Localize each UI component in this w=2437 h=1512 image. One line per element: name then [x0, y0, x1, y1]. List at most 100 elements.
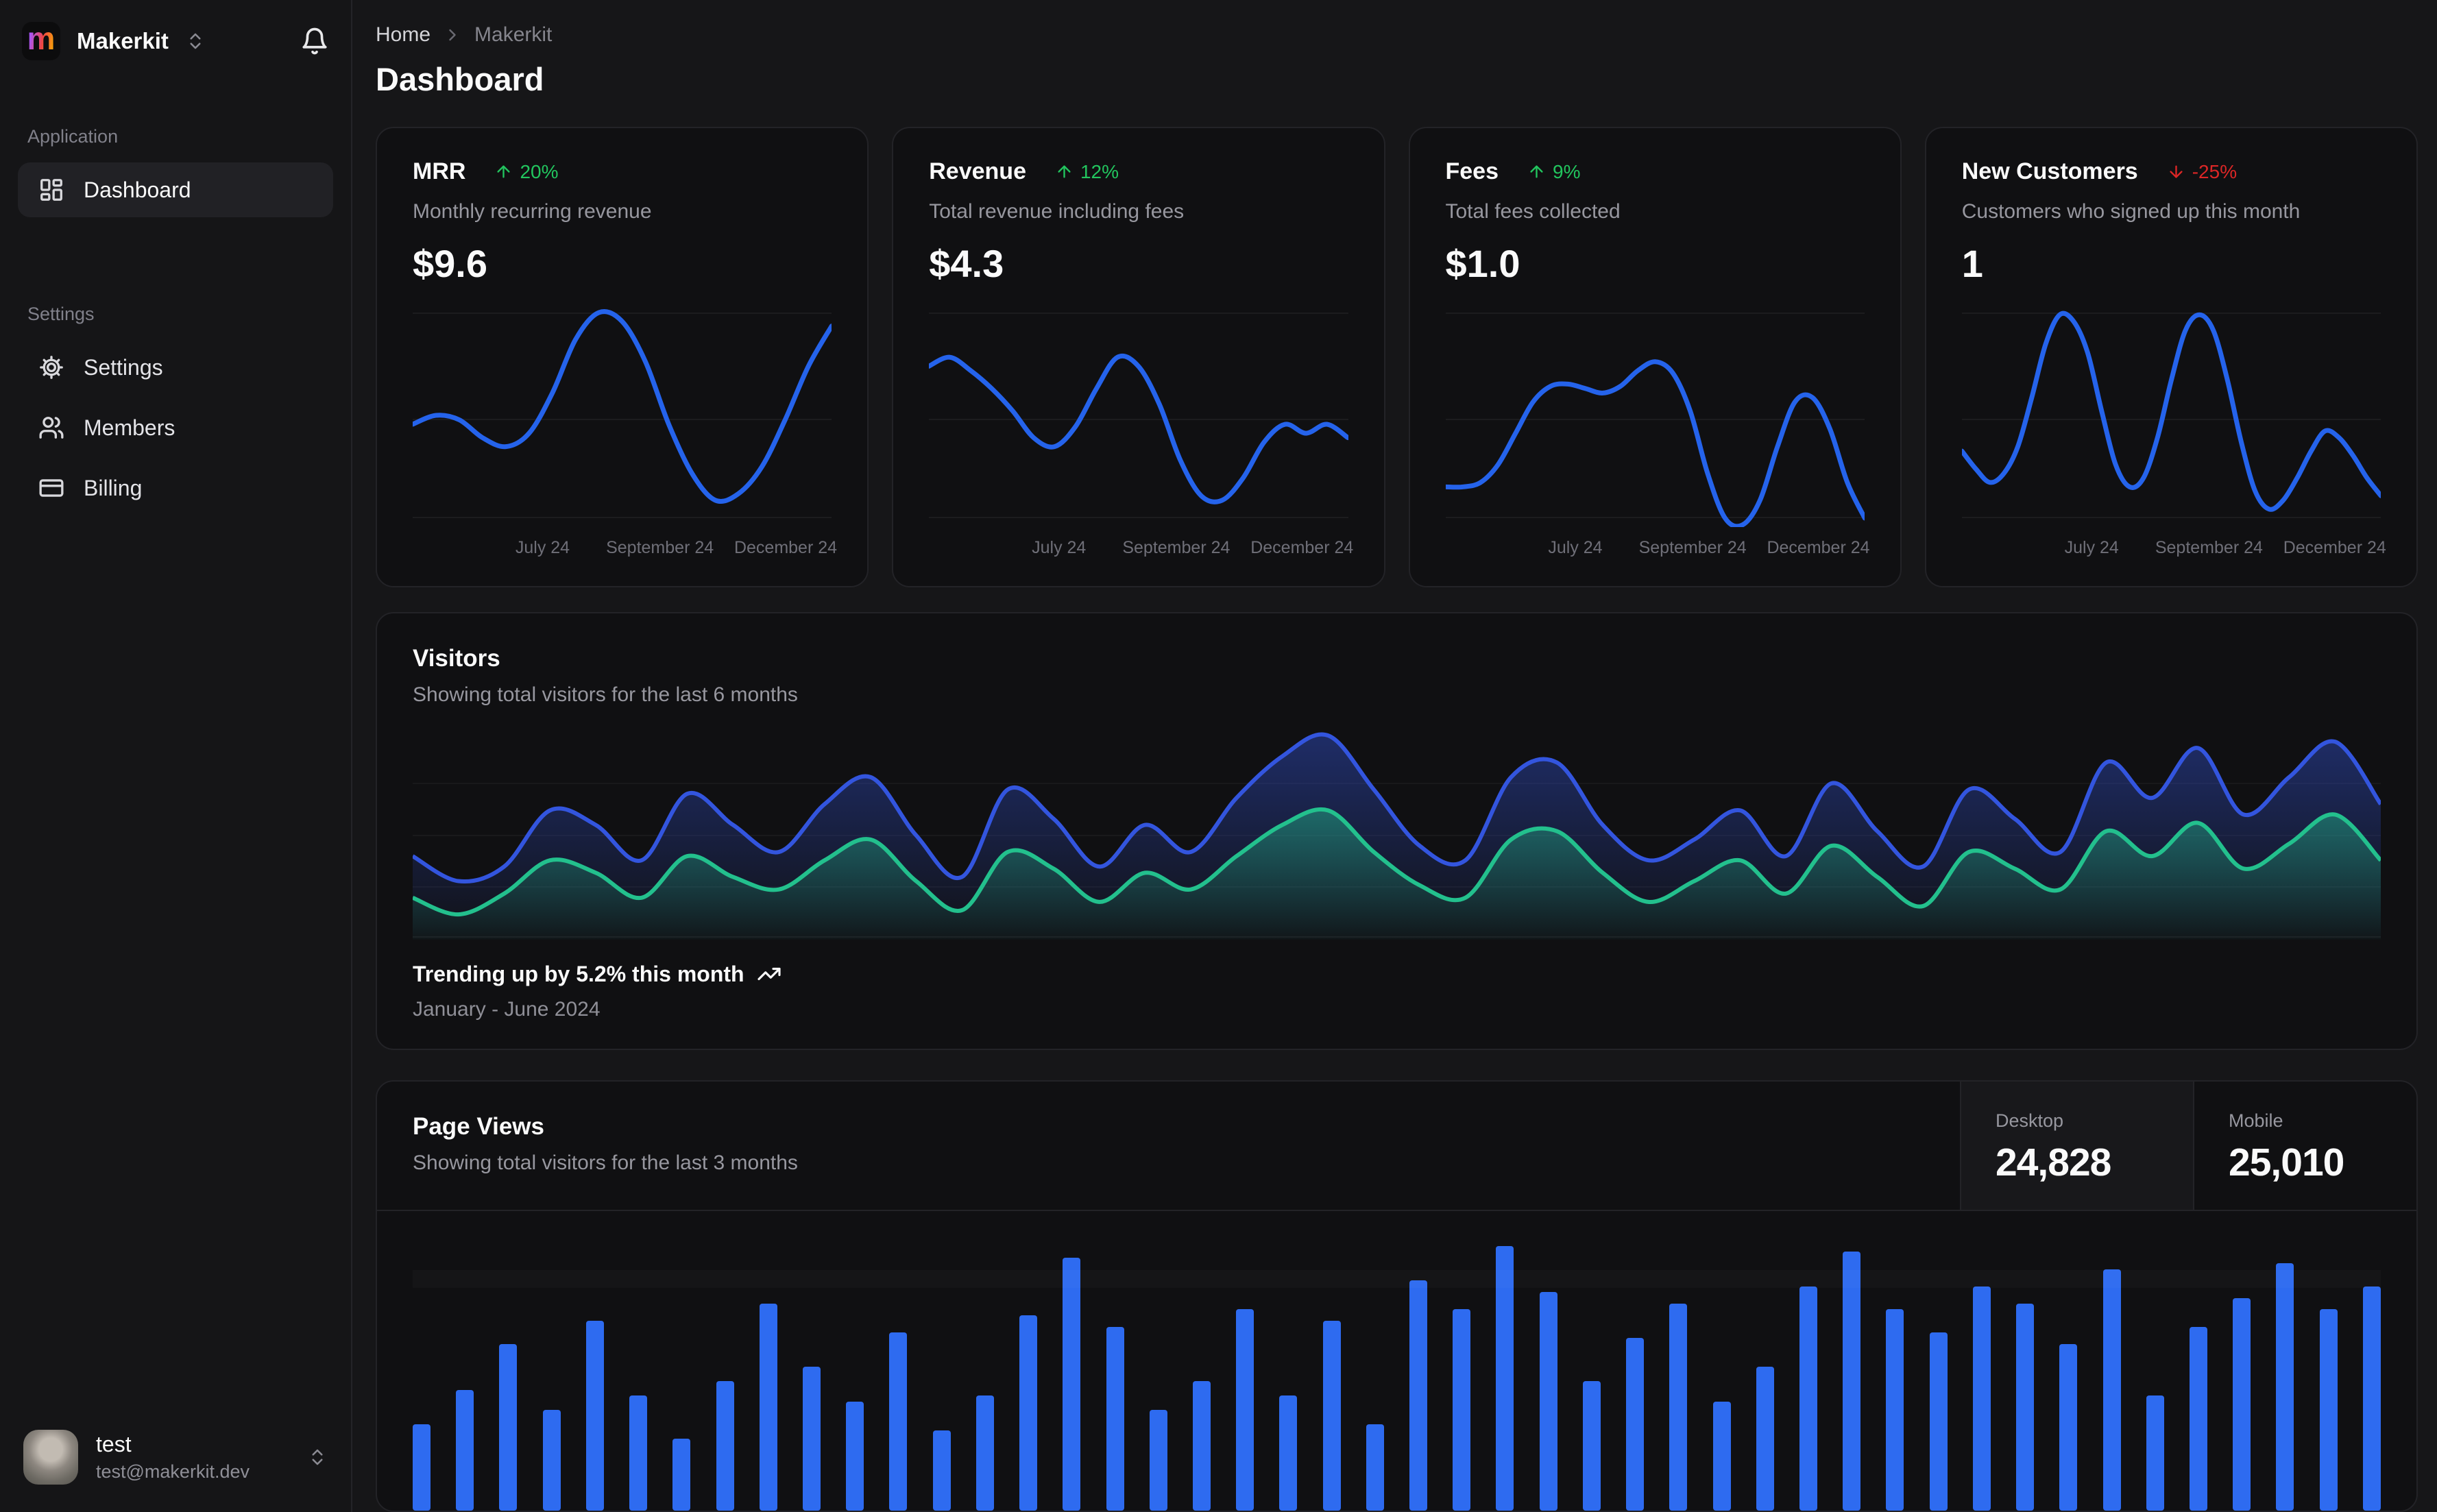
arrow-up-icon: [1058, 165, 1071, 178]
x-tick: December 24: [2283, 538, 2386, 557]
page-views-bar: [1366, 1424, 1384, 1511]
user-meta: test test@makerkit.dev: [96, 1432, 250, 1483]
sidebar-item-billing[interactable]: Billing: [18, 461, 333, 515]
x-axis-ticks: July 24 September 24 December 24: [413, 538, 837, 567]
page-views-bar: [2276, 1263, 2294, 1511]
page-views-bar: [1582, 1381, 1601, 1511]
page-views-bar: [1409, 1280, 1428, 1511]
page-views-bar: [1192, 1381, 1211, 1511]
sidebar-top: m Makerkit: [18, 19, 333, 63]
x-tick: December 24: [733, 538, 838, 557]
metric-cards-row: MRR 20% Monthly recurring revenue $9.6 J…: [376, 127, 2418, 587]
page-views-bar: [629, 1395, 648, 1511]
x-axis-ticks: July 24 September 24 December 24: [929, 538, 1353, 567]
breadcrumb-current: Makerkit: [474, 23, 553, 46]
user-name: test: [96, 1432, 132, 1456]
arrow-up-icon: [1530, 165, 1543, 178]
page-views-bar: [1019, 1315, 1038, 1511]
main-content: Home Makerkit Dashboard MRR 20% Monthly …: [352, 0, 2437, 1512]
notifications-button[interactable]: [300, 27, 329, 56]
page-views-card: Page Views Showing total visitors for th…: [376, 1080, 2418, 1512]
x-tick: July 24: [515, 538, 570, 557]
metric-description: Customers who signed up this month: [1961, 200, 2301, 223]
sidebar-item-label: Dashboard: [84, 177, 191, 202]
trend-value: 20%: [520, 160, 559, 182]
page-views-bar: [1149, 1410, 1167, 1511]
tab-value: 25,010: [2229, 1140, 2344, 1184]
page-views-subtitle: Showing total visitors for the last 3 mo…: [413, 1151, 798, 1174]
page-views-bar: [2059, 1343, 2078, 1511]
dashboard-icon: [40, 179, 62, 201]
tab-desktop[interactable]: Desktop 24,828: [1960, 1081, 2193, 1210]
page-views-bar: [585, 1321, 604, 1511]
team-switcher[interactable]: m Makerkit: [22, 22, 206, 60]
sidebar-item-label: Members: [84, 415, 175, 440]
page-views-bar: [1972, 1286, 1991, 1511]
makerkit-logo: m: [22, 22, 60, 60]
metric-chart: July 24 September 24 December 24: [1445, 304, 1870, 567]
sidebar-item-dashboard[interactable]: Dashboard: [18, 162, 333, 217]
tab-mobile[interactable]: Mobile 25,010: [2193, 1081, 2416, 1210]
sidebar-item-settings[interactable]: Settings: [18, 340, 333, 395]
sparkline: [1445, 304, 1865, 527]
metric-title: MRR: [413, 158, 466, 184]
page-views-bar: [1669, 1303, 1688, 1511]
nav-group-application: Application: [27, 126, 119, 147]
tab-label: Desktop: [1996, 1110, 2064, 1131]
page-views-title: Page Views: [413, 1112, 544, 1140]
sidebar-item-members[interactable]: Members: [18, 400, 333, 455]
trending-up-icon: [757, 967, 781, 981]
metric-title: Revenue: [929, 158, 1026, 184]
user-menu[interactable]: test test@makerkit.dev: [18, 1426, 333, 1489]
trend-value: 12%: [1080, 160, 1119, 182]
visitors-date-range: January - June 2024: [413, 997, 601, 1021]
nav-group-settings: Settings: [27, 304, 95, 324]
metric-chart: July 24 September 24 December 24: [1961, 304, 2386, 567]
x-tick: December 24: [1250, 538, 1354, 557]
page-views-bar: [499, 1343, 518, 1511]
members-icon: [39, 417, 64, 439]
tab-label: Mobile: [2229, 1110, 2283, 1131]
x-tick: July 24: [1032, 538, 1087, 557]
x-axis-ticks: July 24 September 24 December 24: [1446, 538, 1869, 567]
breadcrumb-home[interactable]: Home: [376, 23, 431, 47]
metric-title: New Customers: [1961, 158, 2138, 184]
sparkline: [413, 304, 832, 527]
page-views-bar: [1496, 1246, 1514, 1511]
sparkline: [1961, 304, 2381, 527]
visitors-footer: Trending up by 5.2% this month: [413, 962, 2381, 987]
metric-value: $9.6: [413, 242, 487, 285]
sidebar-item-label: Billing: [84, 475, 143, 500]
visitors-title: Visitors: [413, 645, 500, 672]
page-views-bar: [932, 1430, 951, 1511]
arrow-up-icon: [497, 165, 510, 178]
page-views-bar: [413, 1424, 431, 1511]
chevron-right-icon: [449, 29, 456, 41]
page-views-bar: [1279, 1395, 1298, 1511]
sidebar-item-label: Settings: [84, 354, 163, 380]
page-views-bar: [1453, 1309, 1471, 1511]
page-views-bar: [1106, 1326, 1124, 1511]
page-views-bar: [802, 1367, 821, 1511]
trend-value: -25%: [2192, 160, 2238, 182]
billing-icon: [39, 479, 64, 497]
metric-description: Monthly recurring revenue: [413, 200, 652, 223]
visitors-subtitle: Showing total visitors for the last 6 mo…: [413, 683, 798, 706]
page-views-header: Page Views Showing total visitors for th…: [377, 1081, 2416, 1211]
page-views-bar: [759, 1303, 777, 1511]
trend-badge: -25%: [2167, 161, 2237, 183]
metric-value: $1.0: [1445, 242, 1520, 285]
x-axis-ticks: July 24 September 24 December 24: [1962, 538, 2386, 567]
metric-head: New Customers -25%: [1962, 158, 2381, 185]
bell-icon: [302, 27, 327, 55]
page-views-titles: Page Views Showing total visitors for th…: [377, 1082, 1960, 1210]
metric-description: Total fees collected: [1445, 200, 1621, 223]
page-views-bar: [456, 1389, 474, 1511]
tab-value: 24,828: [1996, 1140, 2111, 1184]
x-tick: September 24: [1122, 538, 1230, 557]
metric-card-revenue: Revenue 12% Total revenue including fees…: [892, 127, 1385, 587]
page-views-bar: [889, 1332, 908, 1511]
trend-value: 9%: [1553, 160, 1581, 182]
page-views-bar: [542, 1410, 561, 1511]
page-views-bar: [2189, 1326, 2207, 1511]
